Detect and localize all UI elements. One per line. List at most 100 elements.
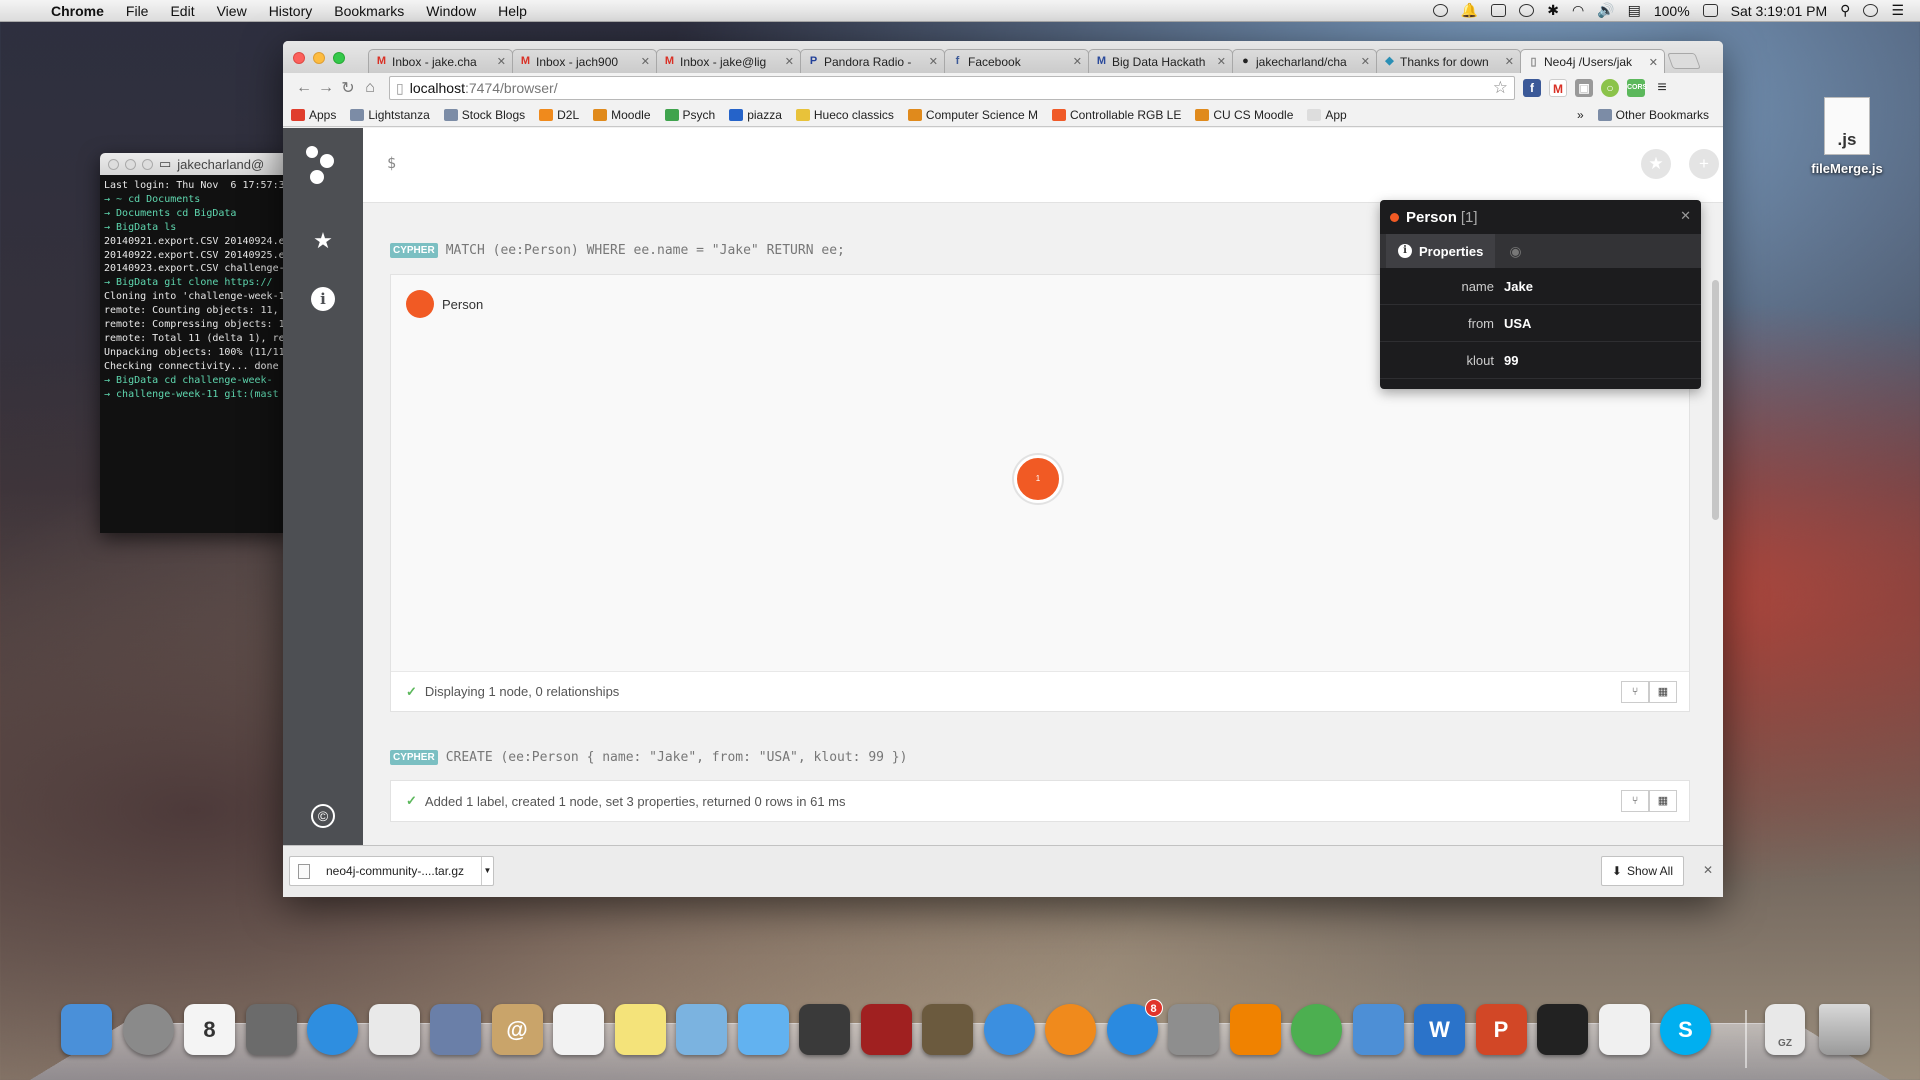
graph-legend[interactable]: Person	[406, 290, 483, 318]
frame2-query[interactable]: CREATE (ee:Person { name: "Jake", from: …	[446, 750, 908, 765]
clock[interactable]: Sat 3:19:01 PM	[1731, 3, 1828, 19]
favorite-star-button-icon[interactable]: ★	[1641, 149, 1671, 179]
bookmark-item[interactable]: Psych	[664, 108, 715, 122]
minimize-window-button[interactable]	[313, 52, 325, 64]
safari-icon[interactable]	[307, 1004, 358, 1055]
circle-extension-icon[interactable]: ○	[1601, 79, 1619, 97]
graph-node[interactable]: 1	[1014, 455, 1062, 503]
notification-bell-icon[interactable]: 🔔	[1461, 2, 1478, 19]
contacts-icon[interactable]: @	[491, 1004, 543, 1055]
frame1-title[interactable]: CYPHER MATCH (ee:Person) WHERE ee.name =…	[390, 243, 845, 258]
vlc-icon[interactable]	[1229, 1004, 1281, 1055]
other-bookmarks[interactable]: Other Bookmarks	[1597, 108, 1709, 122]
maps-icon[interactable]	[676, 1004, 727, 1055]
browser-tab[interactable]: ▯ Neo4j /Users/jak ✕	[1520, 49, 1665, 74]
app-store-icon[interactable]: 8	[1106, 999, 1163, 1055]
airplay-icon[interactable]	[1491, 4, 1507, 17]
terminal-zoom-button[interactable]	[142, 158, 153, 170]
table-view-icon[interactable]: ▦	[1649, 790, 1677, 812]
property-value[interactable]: 99	[1504, 353, 1518, 368]
graph-view-icon[interactable]: ⑂	[1621, 790, 1649, 812]
system-preferences-icon[interactable]	[1168, 1004, 1219, 1055]
cors-extension-icon[interactable]: CORS	[1627, 79, 1647, 97]
cypher-editor[interactable]: $ ★ + ▶	[363, 128, 1723, 203]
menu-help[interactable]: Help	[487, 3, 538, 19]
close-icon[interactable]: ✕	[1680, 208, 1691, 224]
frame1-query[interactable]: MATCH (ee:Person) WHERE ee.name = "Jake"…	[446, 243, 845, 258]
itunes-icon[interactable]	[983, 1004, 1035, 1055]
messages-icon[interactable]	[737, 1004, 789, 1055]
menu-bookmarks[interactable]: Bookmarks	[323, 3, 415, 19]
notification-center-icon[interactable]: ☰	[1891, 2, 1904, 19]
neo4j-logo-icon[interactable]	[306, 146, 340, 186]
favorites-star-icon[interactable]: ★	[311, 229, 335, 253]
zoom-window-button[interactable]	[333, 52, 345, 64]
facetime-icon[interactable]	[799, 1004, 850, 1055]
terminal-output[interactable]: Last login: Thu Nov 6 17:57:3 → ~ cd Docu…	[100, 175, 290, 406]
close-tab-icon[interactable]: ✕	[641, 55, 650, 68]
browser-tab[interactable]: f Facebook ✕	[944, 49, 1089, 73]
table-view-icon[interactable]: ▦	[1649, 681, 1677, 703]
close-tab-icon[interactable]: ✕	[929, 55, 938, 68]
do-not-disturb-icon[interactable]	[1432, 4, 1448, 17]
mail-stamp-icon[interactable]	[430, 1004, 481, 1055]
close-icon[interactable]: ✕	[1703, 863, 1713, 877]
battery-icon[interactable]	[1702, 4, 1718, 17]
terminal-icon[interactable]	[1537, 1004, 1588, 1055]
bookmark-item[interactable]: Hueco classics	[795, 108, 894, 122]
skype-icon[interactable]: S	[1660, 1004, 1711, 1055]
bookmark-item[interactable]: Apps	[291, 108, 336, 122]
browser-tab[interactable]: ● jakecharland/cha ✕	[1232, 49, 1377, 73]
image-capture-icon[interactable]	[245, 1004, 297, 1055]
launchpad-icon[interactable]	[122, 1004, 174, 1055]
close-tab-icon[interactable]: ✕	[1649, 56, 1658, 69]
menu-view[interactable]: View	[206, 3, 258, 19]
menu-history[interactable]: History	[258, 3, 324, 19]
tab-properties[interactable]: i Properties	[1386, 234, 1496, 268]
bookmark-item[interactable]: Computer Science M	[907, 108, 1038, 122]
finder-icon[interactable]	[61, 1004, 112, 1055]
user-icon[interactable]	[1863, 4, 1879, 17]
ibooks-icon[interactable]	[1045, 1004, 1096, 1055]
browser-tab[interactable]: M Inbox - jake.cha ✕	[368, 49, 513, 73]
info-icon[interactable]: i	[311, 287, 335, 311]
calendar-icon[interactable]: 8	[184, 1004, 235, 1055]
show-all-button[interactable]: ⬇ Show All	[1600, 856, 1684, 886]
bookmark-item[interactable]: Lightstanza	[350, 108, 430, 122]
scrollbar[interactable]	[1712, 280, 1719, 520]
bookmark-item[interactable]: piazza	[729, 108, 782, 122]
photo-booth-grid-icon[interactable]	[368, 1004, 420, 1055]
address-bar[interactable]: ▯ localhost:7474/browser/ ☆	[389, 76, 1515, 100]
bluetooth-icon[interactable]: ✱	[1547, 2, 1559, 19]
eye-icon[interactable]: ◉	[1509, 243, 1521, 260]
gmail-extension-icon[interactable]: M	[1549, 79, 1567, 97]
cast-extension-icon[interactable]: ▣	[1575, 79, 1593, 97]
reload-icon[interactable]: ↻	[337, 78, 359, 98]
powerpoint-icon[interactable]: P	[1475, 1004, 1527, 1055]
facebook-extension-icon[interactable]: f	[1523, 79, 1541, 97]
close-window-button[interactable]	[293, 52, 305, 64]
menu-edit[interactable]: Edit	[159, 3, 205, 19]
download-item[interactable]: neo4j-community-....tar.gz ▼	[289, 856, 494, 886]
us-flag-input-icon[interactable]: ▤	[1628, 2, 1641, 19]
copyright-icon[interactable]: ©	[311, 804, 335, 828]
new-tab-button[interactable]	[1667, 53, 1701, 69]
menu-window[interactable]: Window	[415, 3, 487, 19]
frame2-title[interactable]: CYPHER CREATE (ee:Person { name: "Jake",…	[390, 750, 907, 765]
desktop-file[interactable]: .js fileMerge.js	[1807, 97, 1887, 176]
iphoto-icon[interactable]	[922, 1004, 973, 1055]
person-label-swatch[interactable]	[406, 290, 434, 318]
legend-label[interactable]: Person	[442, 297, 483, 312]
property-value[interactable]: USA	[1504, 316, 1531, 331]
reminders-icon[interactable]	[553, 1004, 604, 1055]
back-arrow-icon[interactable]: ←	[293, 79, 315, 97]
close-tab-icon[interactable]: ✕	[1361, 55, 1370, 68]
word-icon[interactable]: W	[1414, 1004, 1465, 1055]
home-icon[interactable]: ⌂	[359, 79, 381, 97]
browser-tab[interactable]: ◆ Thanks for down ✕	[1376, 49, 1521, 73]
volume-icon[interactable]: 🔊	[1597, 2, 1614, 19]
graph-view-icon[interactable]: ⑂	[1621, 681, 1649, 703]
battery-percent[interactable]: 100%	[1654, 3, 1690, 19]
bookmark-star-icon[interactable]: ☆	[1493, 78, 1508, 98]
bookmark-item[interactable]: D2L	[539, 108, 579, 122]
